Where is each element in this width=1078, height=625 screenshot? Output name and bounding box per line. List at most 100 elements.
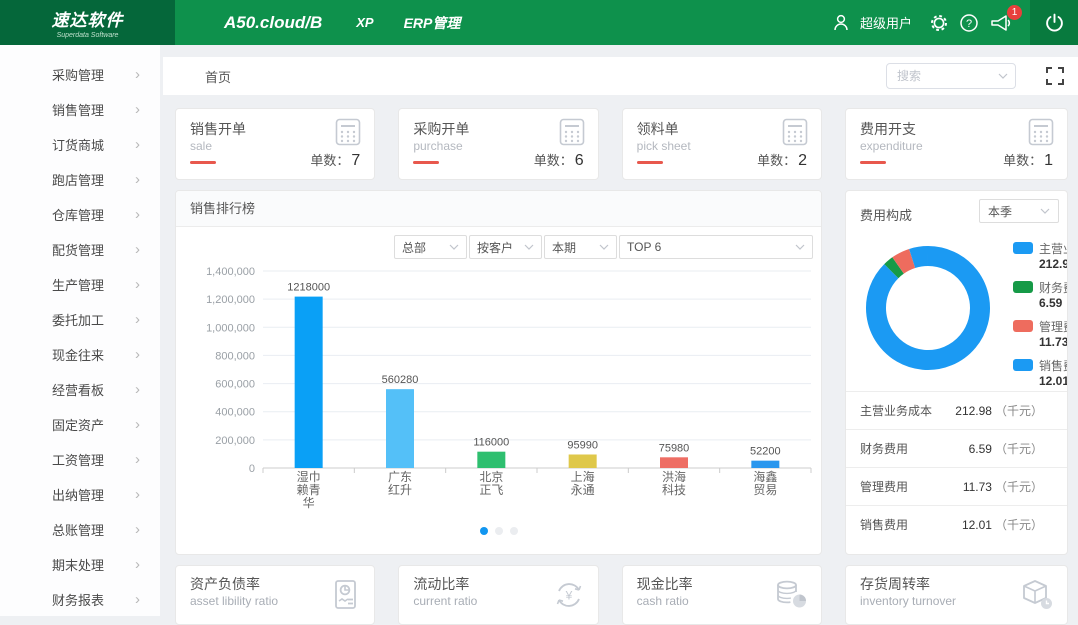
help-icon[interactable]: ? xyxy=(954,0,984,45)
carousel-dot-1[interactable] xyxy=(495,527,503,535)
sidebar-item-label: 委托加工 xyxy=(52,310,135,329)
count-label: 单数： xyxy=(757,153,796,168)
sidebar-item-5[interactable]: 配货管理 › xyxy=(0,232,160,267)
legend-value: 212.98 xyxy=(1039,257,1068,271)
tab-home[interactable]: 首页 xyxy=(205,67,231,86)
sidebar-item-label: 总账管理 xyxy=(52,520,135,539)
search-box[interactable] xyxy=(886,63,1016,89)
stat-card-title: 费用开支 xyxy=(860,119,916,139)
ratio-card[interactable]: 资产负债率 asset libility ratio xyxy=(175,565,375,625)
sidebar-item-1[interactable]: 销售管理 › xyxy=(0,92,160,127)
expense-row-value: 6.59 xyxy=(969,442,992,456)
ratio-card-title: 流动比率 xyxy=(413,574,469,594)
legend-value: 6.59 xyxy=(1039,296,1062,310)
sidebar-item-12[interactable]: 出纳管理 › xyxy=(0,477,160,512)
accent-dash xyxy=(413,161,439,164)
expense-row: 主营业务成本 212.98 （千元） xyxy=(846,391,1067,429)
count-value: 6 xyxy=(575,152,584,169)
sidebar-item-11[interactable]: 工资管理 › xyxy=(0,442,160,477)
filter-select[interactable]: 按客户 xyxy=(469,235,542,259)
sidebar-item-15[interactable]: 财务报表 › xyxy=(0,582,160,617)
logout-power-button[interactable] xyxy=(1030,0,1078,45)
accent-dash xyxy=(190,161,216,164)
ratio-card[interactable]: 存货周转率 inventory turnover xyxy=(845,565,1068,625)
username[interactable]: 超级用户 xyxy=(860,13,912,32)
sidebar-item-label: 销售管理 xyxy=(52,100,135,119)
period-select-value: 本季 xyxy=(988,203,1040,220)
filter-select-value: TOP 6 xyxy=(627,240,795,254)
chevron-right-icon: › xyxy=(135,207,140,222)
chevron-right-icon: › xyxy=(135,452,140,467)
expense-panel-title: 费用构成 xyxy=(860,205,912,224)
carousel-dot-2[interactable] xyxy=(510,527,518,535)
svg-text:1,000,000: 1,000,000 xyxy=(206,322,255,334)
stat-card[interactable]: 销售开单 sale 单数：7 xyxy=(175,108,375,180)
svg-text:800,000: 800,000 xyxy=(215,350,255,362)
calculator-icon xyxy=(335,118,361,146)
svg-text:海鑫贸易: 海鑫贸易 xyxy=(753,469,777,497)
chevron-right-icon: › xyxy=(135,102,140,117)
sidebar-item-7[interactable]: 委托加工 › xyxy=(0,302,160,337)
chevron-right-icon: › xyxy=(135,347,140,362)
legend-swatch xyxy=(1013,320,1033,332)
filter-select-value: 按客户 xyxy=(477,239,524,256)
legend-label: 主营业 xyxy=(1039,240,1068,257)
stat-card[interactable]: 费用开支 expenditure 单数：1 xyxy=(845,108,1068,180)
chevron-down-icon xyxy=(524,244,534,250)
sidebar-item-3[interactable]: 跑店管理 › xyxy=(0,162,160,197)
sidebar-item-label: 工资管理 xyxy=(52,450,135,469)
filter-select[interactable]: 总部 xyxy=(394,235,467,259)
chevron-right-icon: › xyxy=(135,382,140,397)
ratio-card-title: 存货周转率 xyxy=(860,574,930,594)
sidebar-item-8[interactable]: 现金往来 › xyxy=(0,337,160,372)
period-select[interactable]: 本季 xyxy=(979,199,1059,223)
ratio-card[interactable]: 流动比率 current ratio ¥ xyxy=(398,565,598,625)
sidebar-item-label: 财务报表 xyxy=(52,590,135,609)
module-name: ERP管理 xyxy=(404,13,461,33)
chevron-right-icon: › xyxy=(135,417,140,432)
sidebar-item-6[interactable]: 生产管理 › xyxy=(0,267,160,302)
expense-composition-panel: 费用构成 本季 主营业 212.98 财务费 6.59 管理费 11.73 销售… xyxy=(845,190,1068,555)
currency-cycle-icon: ¥ xyxy=(552,578,586,617)
sidebar-item-14[interactable]: 期末处理 › xyxy=(0,547,160,582)
fullscreen-icon[interactable] xyxy=(1046,67,1064,85)
sidebar-item-4[interactable]: 仓库管理 › xyxy=(0,197,160,232)
ratio-cards-row: 资产负债率 asset libility ratio 流动比率 current … xyxy=(175,555,822,625)
expense-row-unit: （千元） xyxy=(995,440,1043,457)
stat-card[interactable]: 采购开单 purchase 单数：6 xyxy=(398,108,598,180)
sidebar-item-10[interactable]: 固定资产 › xyxy=(0,407,160,442)
ratio-card[interactable]: 现金比率 cash ratio xyxy=(622,565,822,625)
expense-rows: 主营业务成本 212.98 （千元） 财务费用 6.59 （千元） 管理费用 1… xyxy=(846,391,1067,543)
user-icon[interactable] xyxy=(826,0,856,45)
carousel-dot-0[interactable] xyxy=(480,527,488,535)
sidebar-item-9[interactable]: 经营看板 › xyxy=(0,372,160,407)
filter-select[interactable]: TOP 6 xyxy=(619,235,813,259)
calculator-icon xyxy=(559,118,585,146)
chevron-right-icon: › xyxy=(135,277,140,292)
svg-text:95990: 95990 xyxy=(567,439,598,451)
ratio-card-subtitle: asset libility ratio xyxy=(190,594,278,608)
sidebar-item-0[interactable]: 采购管理 › xyxy=(0,57,160,92)
svg-text:1218000: 1218000 xyxy=(287,282,330,294)
legend-swatch xyxy=(1013,359,1033,371)
topbar: 首页 xyxy=(163,57,1078,95)
stat-card[interactable]: 领料单 pick sheet 单数：2 xyxy=(622,108,822,180)
sidebar-item-2[interactable]: 订货商城 › xyxy=(0,127,160,162)
stat-card-title: 销售开单 xyxy=(190,119,246,139)
legend-label: 财务费 xyxy=(1039,279,1068,296)
legend-label: 销售费 xyxy=(1039,357,1068,374)
settings-gear-icon[interactable] xyxy=(924,0,954,45)
chevron-down-icon xyxy=(599,244,609,250)
sales-bar-chart: 0200,000400,000600,000800,0001,000,0001,… xyxy=(176,259,821,521)
carousel-dots xyxy=(176,527,821,535)
count-label: 单数： xyxy=(310,153,349,168)
sidebar-item-label: 出纳管理 xyxy=(52,485,135,504)
announcement-horn-icon[interactable]: 1 xyxy=(984,0,1018,45)
sidebar-item-13[interactable]: 总账管理 › xyxy=(0,512,160,547)
filter-select[interactable]: 本期 xyxy=(544,235,617,259)
chevron-down-icon xyxy=(449,244,459,250)
search-input[interactable] xyxy=(886,63,1016,89)
notification-badge: 1 xyxy=(1007,5,1022,20)
product-edition: XP xyxy=(356,15,373,30)
report-icon xyxy=(328,578,362,617)
